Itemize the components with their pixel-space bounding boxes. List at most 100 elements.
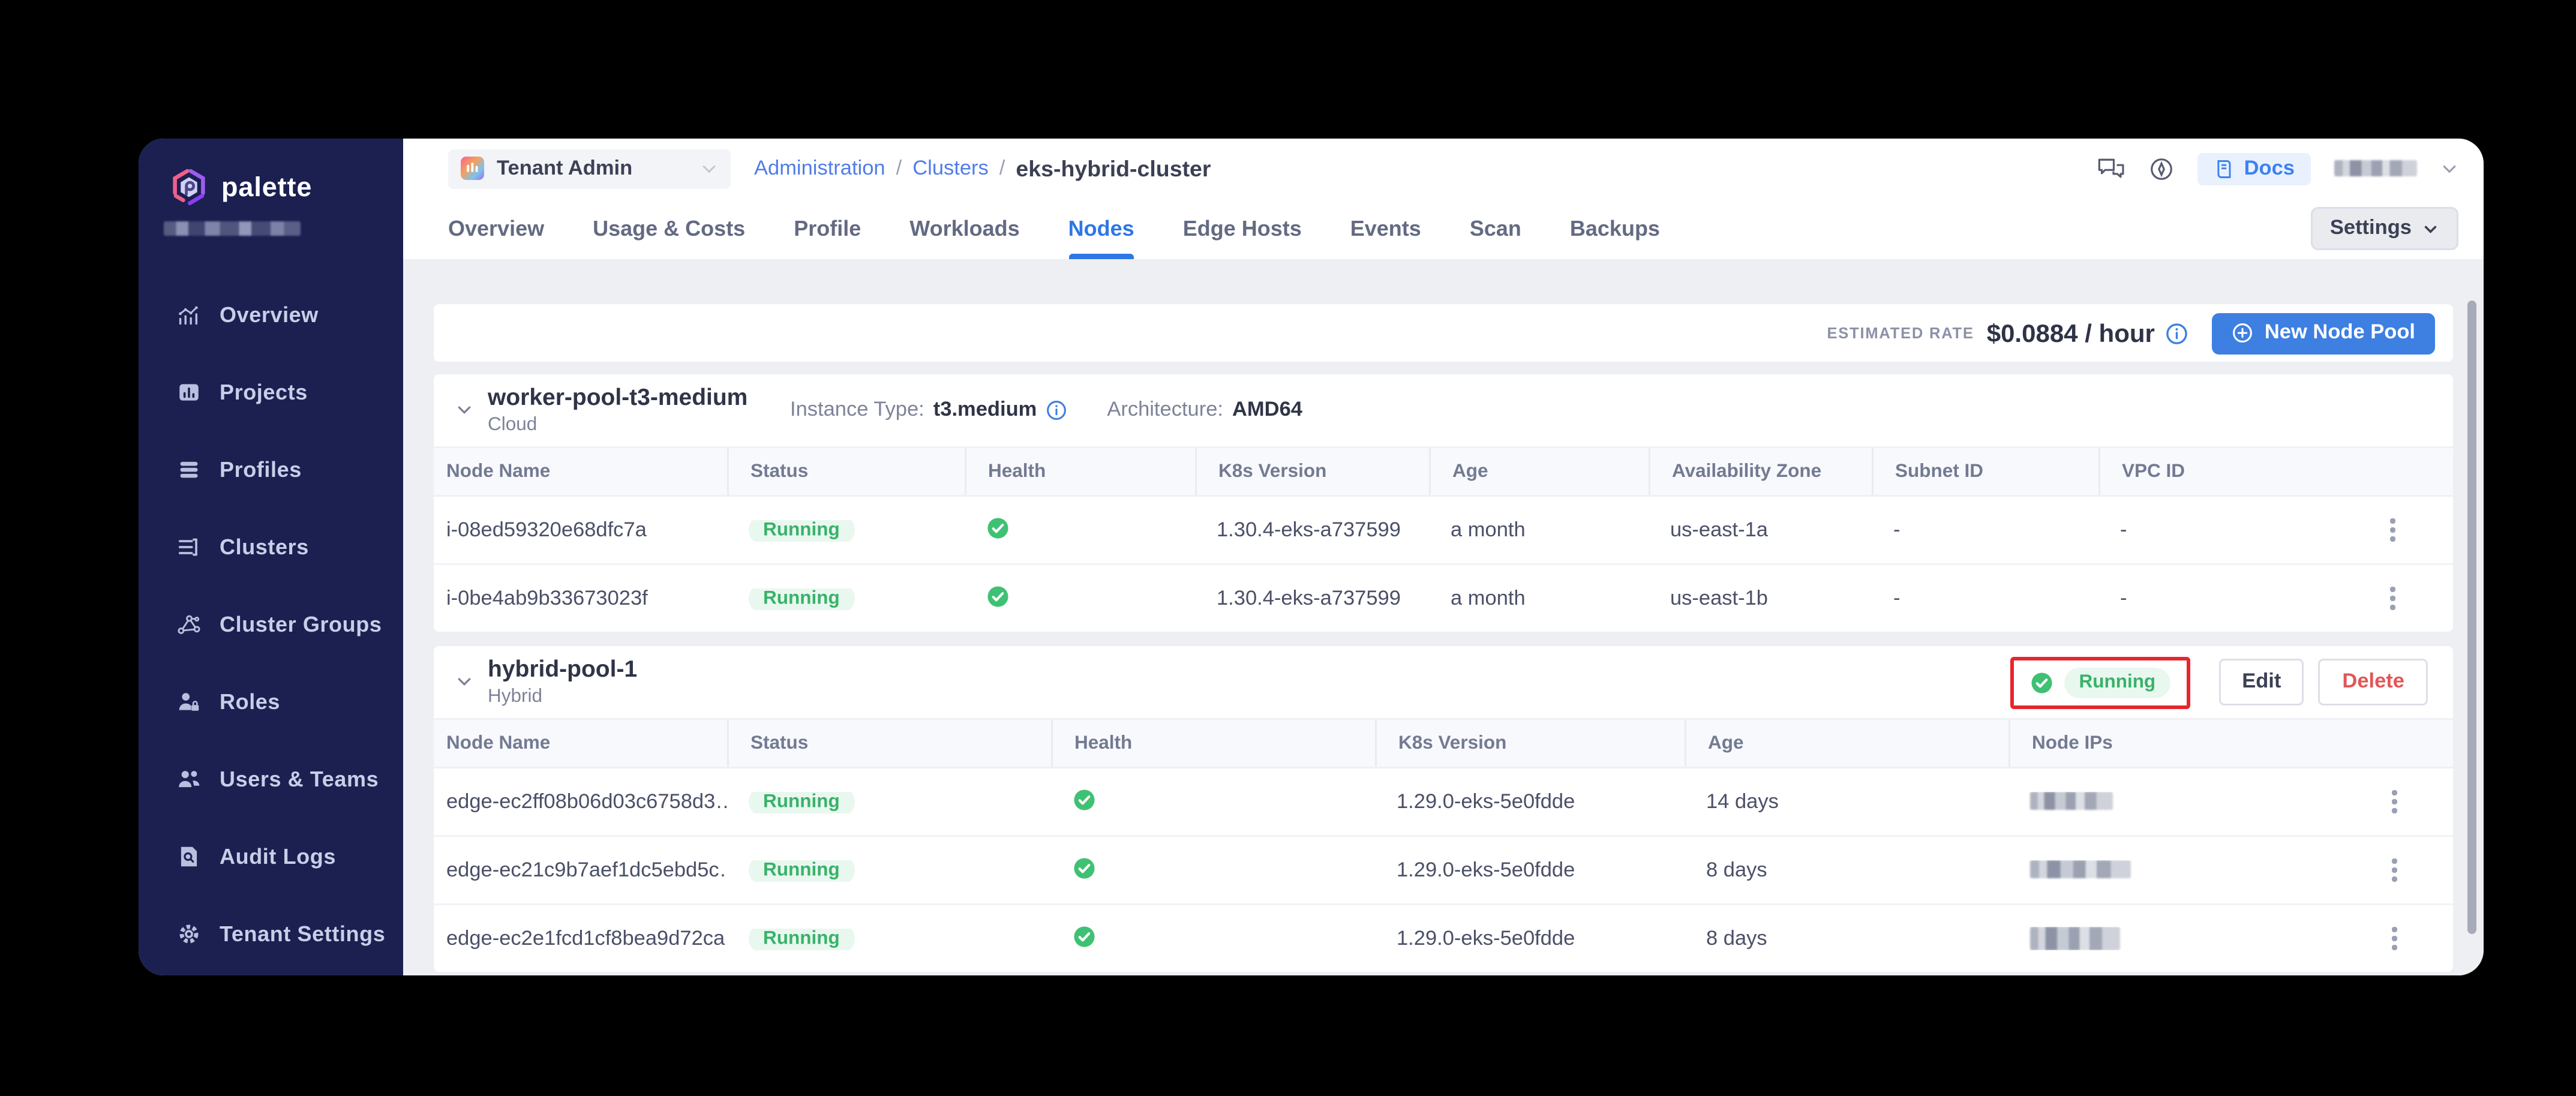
sidebar-item-projects[interactable]: Projects <box>139 353 403 430</box>
palette-logo[interactable]: palette <box>139 139 403 207</box>
tab-edge-hosts[interactable]: Edge Hosts <box>1183 198 1302 259</box>
sidebar-item-label: Overview <box>220 302 319 327</box>
breadcrumb-separator: / <box>896 158 902 179</box>
table-cell: 1.30.4-eks-a737599 <box>1195 520 1429 541</box>
new-node-pool-label: New Node Pool <box>2265 322 2415 344</box>
table-cell <box>1051 924 1375 953</box>
chevron-down-icon <box>700 160 718 178</box>
column-header: Availability Zone <box>1649 448 1872 495</box>
new-node-pool-button[interactable]: New Node Pool <box>2212 313 2435 354</box>
sidebar-item-clusters[interactable]: Clusters <box>139 508 403 585</box>
palette-logo-icon <box>169 167 209 207</box>
column-header: Subnet ID <box>1872 448 2098 495</box>
sidebar-item-overview[interactable]: Overview <box>139 275 403 353</box>
sidebar-item-tenant-settings[interactable]: Tenant Settings <box>139 894 403 972</box>
tab-nodes[interactable]: Nodes <box>1068 198 1134 259</box>
tab-scan[interactable]: Scan <box>1470 198 1521 259</box>
table-row: i-0be4ab9b33673023fRunning1.30.4-eks-a73… <box>434 565 2453 632</box>
sidebar-item-profiles[interactable]: Profiles <box>139 430 403 508</box>
tenant-icon <box>461 157 484 180</box>
table-cell: a month <box>1429 520 1649 541</box>
breadcrumb-separator: / <box>999 158 1005 179</box>
table-cell: 8 days <box>1685 860 2008 881</box>
tab-profile[interactable]: Profile <box>794 198 861 259</box>
table-cell: - <box>1872 520 2098 541</box>
scrollbar-thumb[interactable] <box>2467 301 2476 934</box>
pool-type: Cloud <box>488 414 758 436</box>
sidebar-item-users-teams[interactable]: Users & Teams <box>139 740 403 817</box>
table-cell <box>1051 788 1375 816</box>
tab-usage-costs[interactable]: Usage & Costs <box>593 198 745 259</box>
table-cell: - <box>2098 588 2332 609</box>
overview-icon <box>176 302 202 327</box>
users-teams-icon <box>176 766 202 791</box>
user-menu-chevron-icon[interactable] <box>2440 160 2458 178</box>
row-menu-button[interactable] <box>2385 582 2401 615</box>
pool-header: worker-pool-t3-mediumCloudInstance Type:… <box>434 374 2453 446</box>
pool-card-hybrid-pool-1: hybrid-pool-1HybridRunningEditDeleteNode… <box>434 646 2453 972</box>
redacted-tenant-subtitle <box>164 221 301 236</box>
table-cell: i-0be4ab9b33673023f <box>434 588 727 609</box>
profiles-icon <box>176 457 202 482</box>
table-cell: us-east-1a <box>1649 520 1872 541</box>
table-cell: 1.29.0-eks-5e0fdde <box>1375 791 1685 813</box>
tab-events[interactable]: Events <box>1350 198 1421 259</box>
tab-overview[interactable]: Overview <box>448 198 544 259</box>
compass-icon[interactable] <box>2149 156 2174 181</box>
column-header: Status <box>727 448 965 495</box>
sidebar-item-roles[interactable]: Roles <box>139 662 403 740</box>
column-header: Health <box>1051 720 1375 767</box>
table-cell: Running <box>727 928 1051 950</box>
pool-card-worker-pool-t3-medium: worker-pool-t3-mediumCloudInstance Type:… <box>434 374 2453 632</box>
project-selector[interactable]: Tenant Admin <box>448 149 731 188</box>
estimated-rate-bar: ESTIMATED RATE $0.0884 / hour New Node P… <box>434 304 2453 362</box>
roles-icon <box>176 689 202 714</box>
health-check-icon <box>1073 924 1096 948</box>
row-menu-button[interactable] <box>2387 922 2403 956</box>
tenant-settings-icon <box>176 921 202 946</box>
tab-backups[interactable]: Backups <box>1570 198 1660 259</box>
table-row: i-08ed59320e68dfc7aRunning1.30.4-eks-a73… <box>434 497 2453 565</box>
column-header: Health <box>965 448 1195 495</box>
settings-button[interactable]: Settings <box>2310 207 2458 250</box>
column-header: Node IPs <box>2008 720 2336 767</box>
topbar: Tenant Admin Administration/Clusters/eks… <box>403 139 2484 198</box>
table-header-row: Node NameStatusHealthK8s VersionAgeNode … <box>434 718 2453 768</box>
table-cell: edge-ec21c9b7aef1dc5ebd5c… <box>434 860 727 881</box>
delete-button[interactable]: Delete <box>2319 659 2428 705</box>
status-badge: Running <box>749 860 854 881</box>
sidebar-item-label: Users & Teams <box>220 766 379 791</box>
sidebar-item-audit-logs[interactable]: Audit Logs <box>139 817 403 894</box>
table-cell: Running <box>727 791 1051 813</box>
column-header: Age <box>1429 448 1649 495</box>
breadcrumb-clusters[interactable]: Clusters <box>912 158 989 179</box>
table-cell: Running <box>727 520 965 541</box>
row-menu-button[interactable] <box>2387 854 2403 887</box>
projects-icon <box>176 379 202 404</box>
breadcrumb-administration[interactable]: Administration <box>754 158 885 179</box>
chat-icon[interactable] <box>2097 156 2125 181</box>
sidebar-item-label: Clusters <box>220 534 309 559</box>
column-header: Status <box>727 720 1051 767</box>
info-icon[interactable] <box>1046 400 1067 421</box>
tabs-row: Overview Usage & Costs Profile Workloads Nod… <box>403 198 2484 259</box>
docs-button[interactable]: Docs <box>2197 152 2311 185</box>
redacted-username <box>2334 160 2417 176</box>
collapse-chevron-icon[interactable] <box>455 673 473 691</box>
table-cell: edge-ec2e1fcd1cf8bea9d72ca… <box>434 928 727 950</box>
edit-button[interactable]: Edit <box>2218 659 2304 705</box>
sidebar-item-cluster-groups[interactable]: Cluster Groups <box>139 585 403 662</box>
nodes-content: ESTIMATED RATE $0.0884 / hour New Node P… <box>403 259 2484 975</box>
annotation-highlight-box: Running <box>2010 656 2190 708</box>
info-icon[interactable] <box>2166 322 2189 345</box>
meta-label: Instance Type: <box>790 400 924 421</box>
table-cell: 8 days <box>1685 928 2008 950</box>
column-header: Node Name <box>434 720 727 767</box>
table-cell: 1.30.4-eks-a737599 <box>1195 588 1429 609</box>
row-menu-button[interactable] <box>2387 785 2403 819</box>
row-menu-button[interactable] <box>2385 514 2401 547</box>
table-header-row: Node NameStatusHealthK8s VersionAgeAvail… <box>434 446 2453 497</box>
plus-circle-icon <box>2232 322 2254 344</box>
tab-workloads[interactable]: Workloads <box>909 198 1019 259</box>
collapse-chevron-icon[interactable] <box>455 401 473 419</box>
